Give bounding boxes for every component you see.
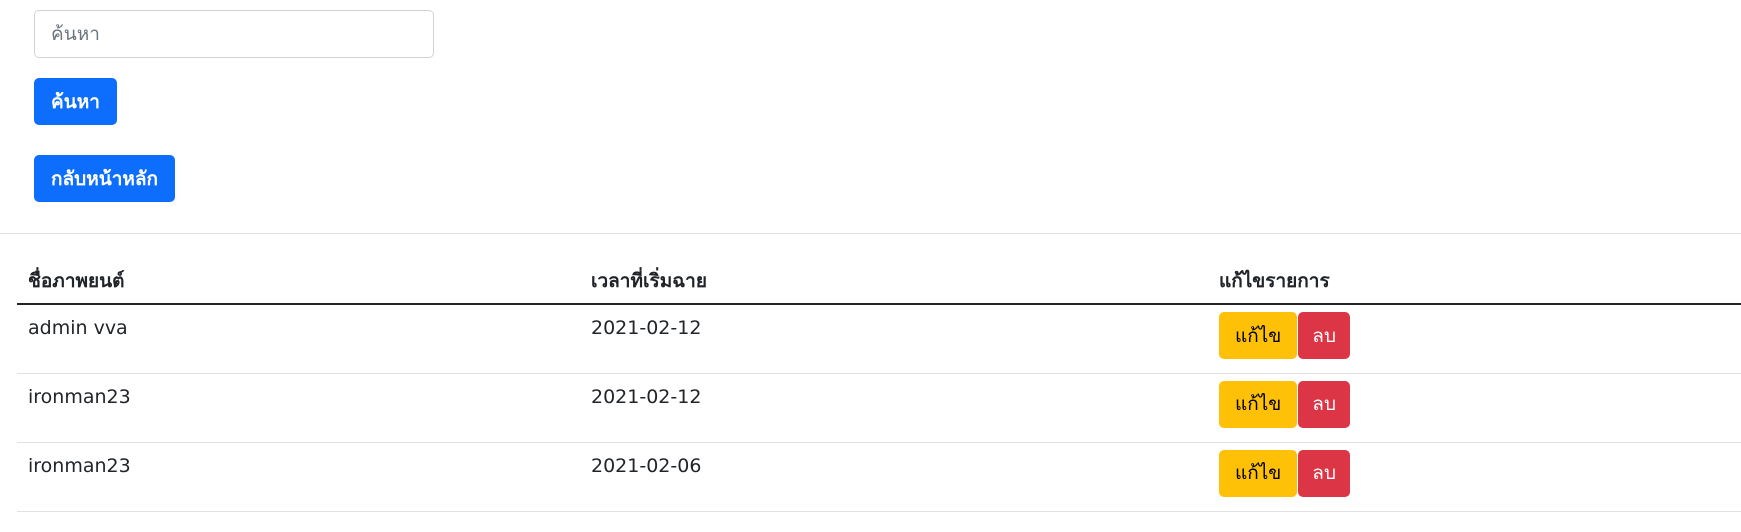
actions-cell: แก้ไข ลบ <box>1208 304 1741 374</box>
start-time-cell: 2021-02-12 <box>580 373 1208 443</box>
search-button[interactable]: ค้นหา <box>34 78 117 125</box>
column-header-start-time: เวลาที่เริ่มฉาย <box>580 258 1208 305</box>
delete-button[interactable]: ลบ <box>1298 449 1351 497</box>
delete-button[interactable]: ลบ <box>1298 312 1351 359</box>
movie-name-cell: ironman23 <box>17 373 580 443</box>
table-row: admin vva 2021-02-12 แก้ไข ลบ <box>17 304 1741 374</box>
edit-button[interactable]: แก้ไข <box>1219 449 1298 497</box>
movie-name-cell: admin vva <box>17 304 580 374</box>
table-row: ironman23 2021-02-12 แก้ไข ลบ <box>17 373 1741 443</box>
edit-button[interactable]: แก้ไข <box>1219 380 1298 428</box>
movie-name-cell: ironman23 <box>17 442 580 512</box>
actions-cell: แก้ไข ลบ <box>1208 373 1741 443</box>
search-input[interactable] <box>34 10 434 58</box>
table-header-row: ชื่อภาพยนต์ เวลาที่เริ่มฉาย แก้ไขรายการ <box>17 258 1741 305</box>
start-time-cell: 2021-02-06 <box>580 442 1208 512</box>
showtimes-table: ชื่อภาพยนต์ เวลาที่เริ่มฉาย แก้ไขรายการ … <box>17 258 1741 512</box>
actions-cell: แก้ไข ลบ <box>1208 442 1741 512</box>
delete-button[interactable]: ลบ <box>1298 380 1351 428</box>
start-time-cell: 2021-02-12 <box>580 304 1208 374</box>
column-header-actions: แก้ไขรายการ <box>1208 258 1741 305</box>
column-header-movie-name: ชื่อภาพยนต์ <box>17 258 580 305</box>
table-row: ironman23 2021-02-06 แก้ไข ลบ <box>17 442 1741 512</box>
section-divider <box>0 233 1741 234</box>
back-to-home-button[interactable]: กลับหน้าหลัก <box>34 155 176 202</box>
edit-button[interactable]: แก้ไข <box>1219 312 1298 359</box>
search-section: ค้นหา กลับหน้าหลัก <box>0 0 1741 202</box>
